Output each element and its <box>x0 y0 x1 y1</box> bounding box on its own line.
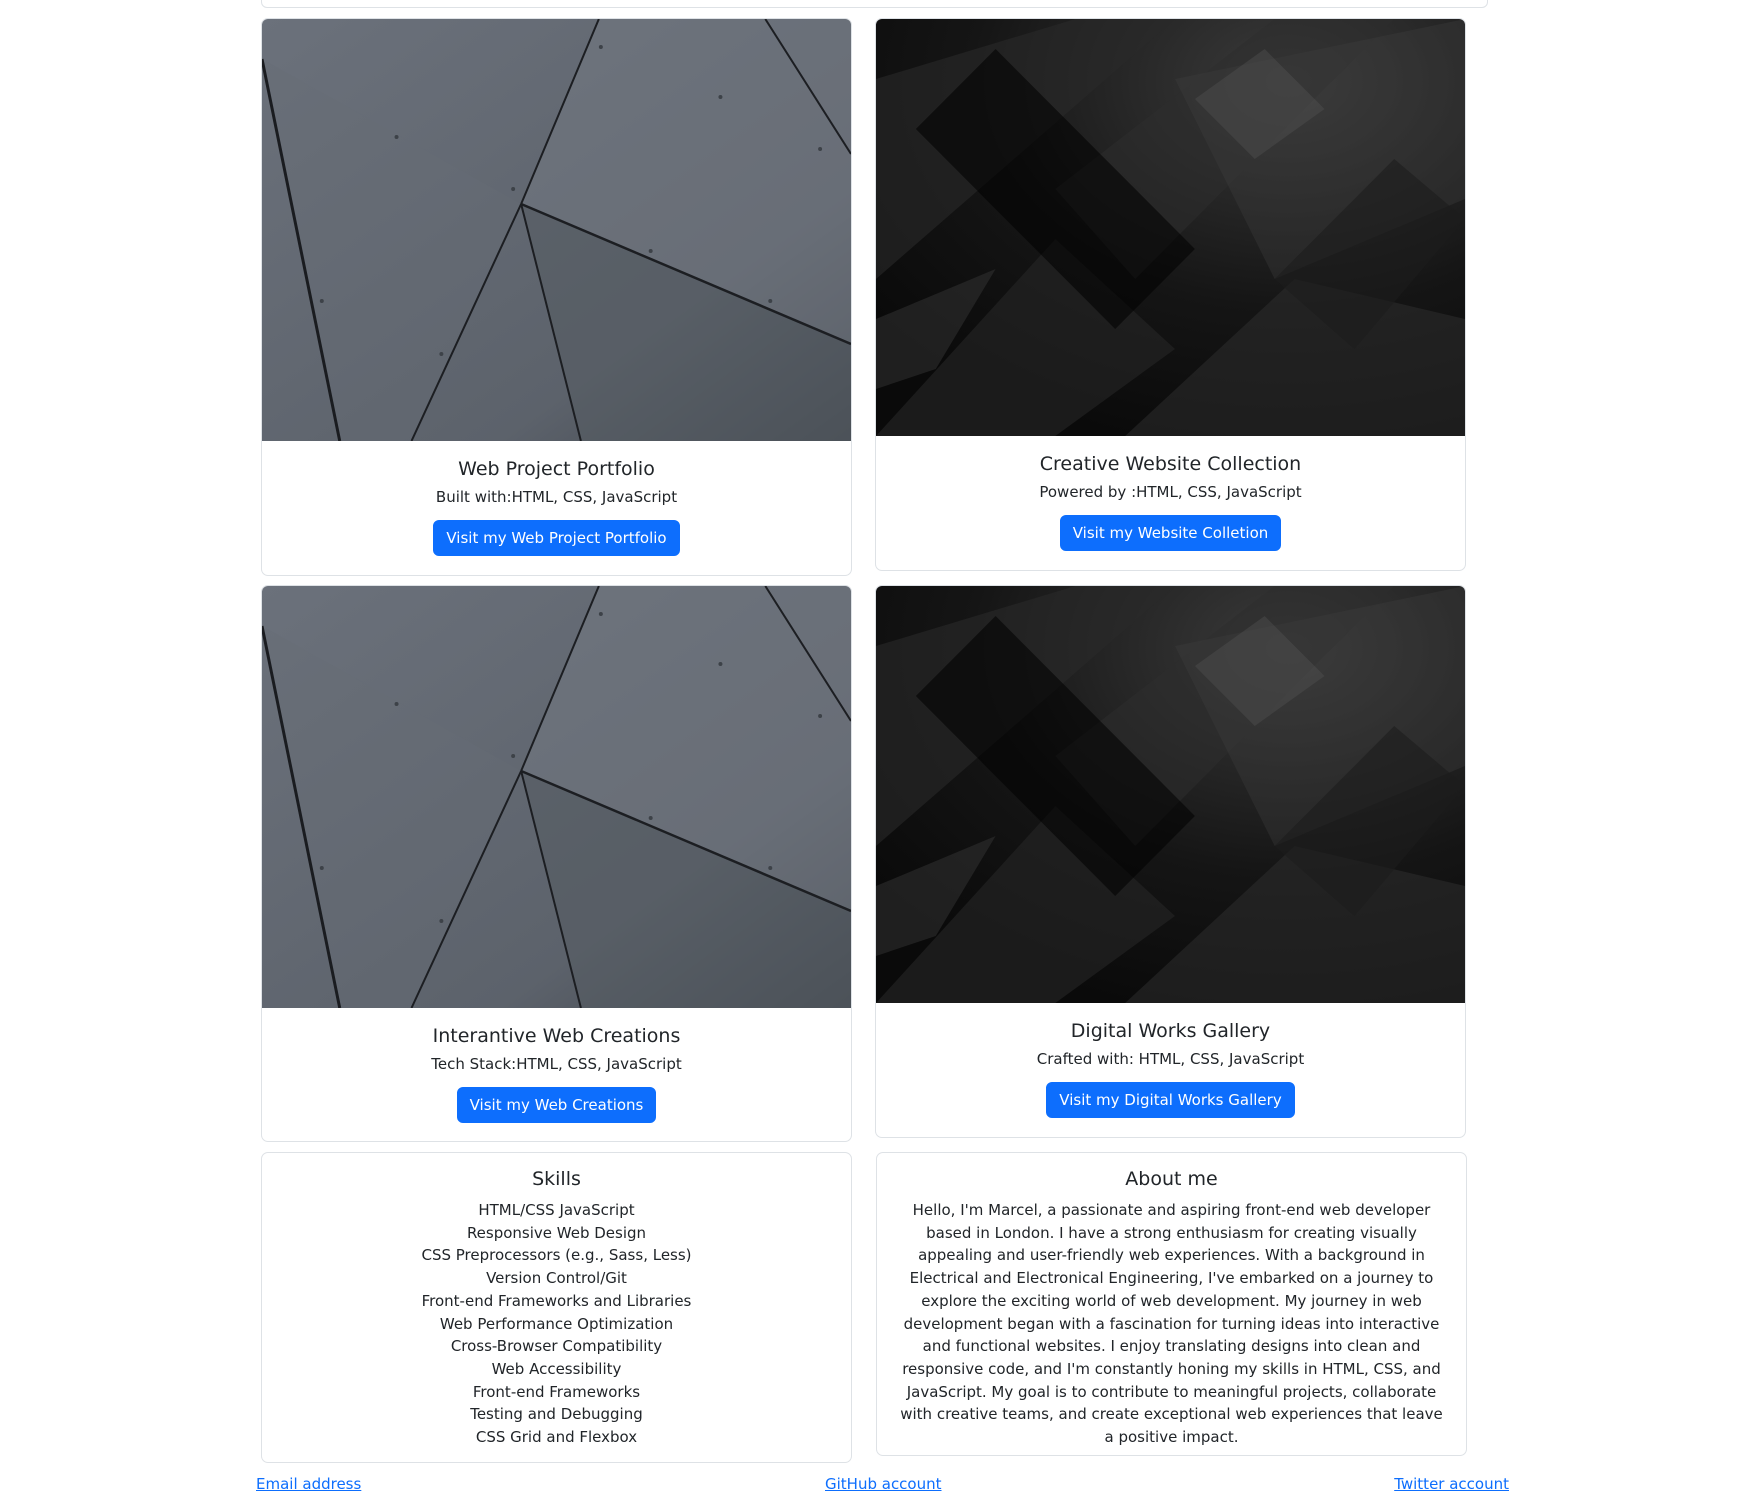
card-title: Web Project Portfolio <box>458 458 655 480</box>
skill-item: Testing and Debugging <box>470 1405 643 1424</box>
project-card-web-portfolio: Web Project Portfolio Built with:HTML, C… <box>261 18 852 576</box>
skill-item: HTML/CSS JavaScript <box>478 1201 635 1219</box>
skill-item: Responsive Web Design <box>466 1223 647 1242</box>
skill-item: CSS Preprocessors (e.g., Sass, Less) <box>421 1246 692 1265</box>
skills-card: Skills HTML/CSS JavaScript Responsive We… <box>261 1152 852 1463</box>
about-card: About me Hello, I'm Marcel, a passionate… <box>876 1152 1467 1456</box>
card-title: Interantive Web Creations <box>432 1025 681 1047</box>
card-title: Creative Website Collection <box>1039 453 1302 475</box>
card-subtitle: Powered by :HTML, CSS, JavaScript <box>1039 483 1302 501</box>
skills-title: Skills <box>532 1168 581 1190</box>
about-title: About me <box>1125 1168 1218 1190</box>
project-card-web-creations: Interantive Web Creations Tech Stack:HTM… <box>261 585 852 1142</box>
card-image-geometric <box>262 586 851 1008</box>
skill-item: Version Control/Git <box>486 1269 627 1288</box>
header-card-edge <box>261 0 1488 8</box>
skill-item: Web Accessibility <box>491 1359 622 1378</box>
skill-item: Front-end Frameworks and Libraries <box>421 1291 692 1310</box>
card-image-geometric <box>262 19 851 441</box>
card-title: Digital Works Gallery <box>1070 1020 1271 1042</box>
skill-item: Web Performance Optimization <box>439 1314 674 1333</box>
skills-list: HTML/CSS JavaScript Responsive Web Desig… <box>278 1199 835 1449</box>
github-link[interactable]: GitHub account <box>825 1475 942 1493</box>
card-subtitle: Crafted with: HTML, CSS, JavaScript <box>1036 1050 1305 1068</box>
card-subtitle: Tech Stack:HTML, CSS, JavaScript <box>431 1055 682 1073</box>
about-text: Hello, I'm Marcel, a passionate and aspi… <box>900 1201 1443 1447</box>
card-subtitle: Built with:HTML, CSS, JavaScript <box>435 488 678 506</box>
project-card-website-collection: Creative Website Collection Powered by :… <box>875 18 1466 571</box>
skill-item: Front-end Frameworks <box>472 1382 641 1401</box>
email-link[interactable]: Email address <box>256 1475 361 1493</box>
skill-item: Cross-Browser Compatibility <box>450 1337 663 1356</box>
card-image-dark-abstract <box>876 19 1465 436</box>
visit-web-creations-button[interactable]: Visit my Web Creations <box>456 1087 657 1123</box>
twitter-link[interactable]: Twitter account <box>1394 1475 1509 1493</box>
visit-web-portfolio-button[interactable]: Visit my Web Project Portfolio <box>433 520 680 556</box>
visit-website-collection-button[interactable]: Visit my Website Colletion <box>1059 515 1282 551</box>
card-image-dark-abstract <box>876 586 1465 1003</box>
visit-digital-gallery-button[interactable]: Visit my Digital Works Gallery <box>1046 1082 1295 1118</box>
project-card-digital-gallery: Digital Works Gallery Crafted with: HTML… <box>875 585 1466 1138</box>
skill-item: CSS Grid and Flexbox <box>475 1428 638 1447</box>
